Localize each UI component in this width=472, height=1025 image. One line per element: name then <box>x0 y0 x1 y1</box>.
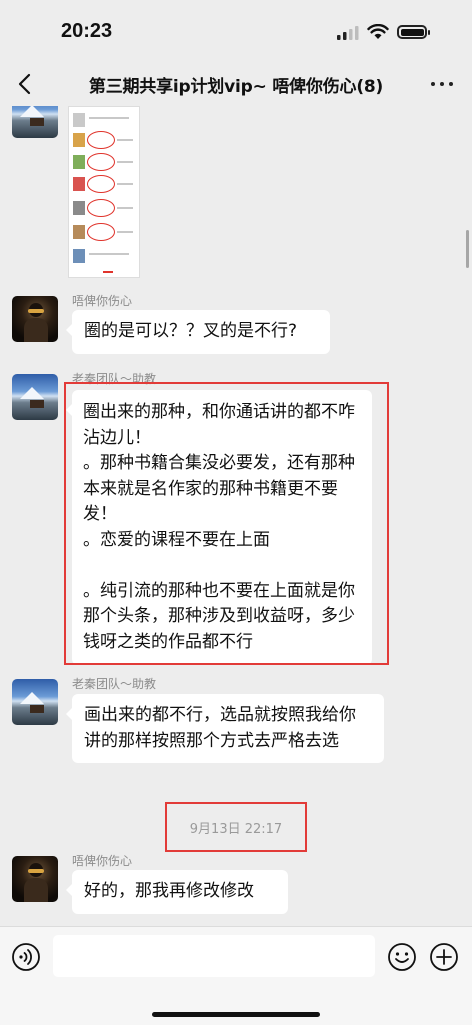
plus-icon[interactable] <box>429 942 459 972</box>
signal-icon <box>337 26 359 40</box>
avatar[interactable] <box>12 106 58 138</box>
battery-icon <box>397 25 427 39</box>
wifi-icon <box>367 24 389 39</box>
message-input[interactable] <box>53 935 375 977</box>
message-text: 好的，那我再修改修改 <box>84 881 254 901</box>
highlight-box <box>64 382 389 665</box>
status-time: 20:23 <box>61 20 113 42</box>
avatar[interactable] <box>12 374 58 420</box>
emoji-icon[interactable] <box>387 942 417 972</box>
image-message[interactable] <box>68 106 140 278</box>
home-indicator <box>152 1012 320 1017</box>
back-icon[interactable] <box>14 72 36 96</box>
highlight-box <box>165 802 307 852</box>
chat-area[interactable]: 唔俾你伤心 圈的是可以？？叉的是不行? 老秦团队～助教 圈出来的那种，和你通话讲… <box>0 106 472 926</box>
battery-tip <box>428 30 430 35</box>
message-bubble[interactable]: 好的，那我再修改修改 <box>66 870 288 914</box>
more-icon[interactable] <box>428 72 456 96</box>
chat-title: 第三期共享ip计划vip~ 唔俾你伤心(8) <box>88 77 384 97</box>
message-bubble[interactable]: 圈的是可以？？叉的是不行? <box>66 310 330 354</box>
status-bar: 20:23 <box>0 0 472 62</box>
sender-name: 老秦团队～助教 <box>72 677 157 691</box>
scroll-indicator[interactable] <box>466 230 469 268</box>
avatar[interactable] <box>12 856 58 902</box>
message-bubble[interactable]: 画出来的都不行，选品就按照我给你讲的那样按照那个方式去严格去选 <box>66 694 384 763</box>
message-text: 圈的是可以？？叉的是不行? <box>84 321 298 341</box>
voice-icon[interactable] <box>11 942 41 972</box>
sender-name: 唔俾你伤心 <box>72 294 133 308</box>
sender-name: 唔俾你伤心 <box>72 854 133 868</box>
avatar[interactable] <box>12 679 58 725</box>
avatar[interactable] <box>12 296 58 342</box>
nav-bar: 第三期共享ip计划vip~ 唔俾你伤心(8) <box>0 62 472 106</box>
input-bar <box>0 926 472 1025</box>
message-text: 画出来的都不行，选品就按照我给你讲的那样按照那个方式去严格去选 <box>84 705 356 751</box>
